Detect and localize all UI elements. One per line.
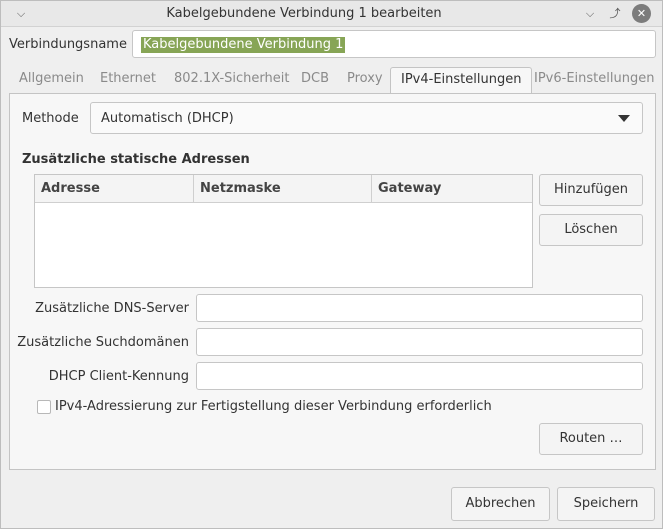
- save-button[interactable]: Speichern: [557, 487, 655, 521]
- connection-name-input[interactable]: Kabelgebundene Verbindung 1: [132, 30, 656, 58]
- method-value: Automatisch (DHCP): [101, 111, 234, 126]
- table-header: Adresse Netzmaske Gateway: [35, 175, 532, 203]
- tab-8021x-security[interactable]: 802.1X-Sicherheit: [174, 71, 289, 86]
- title-bar: ⌵ Kabelgebundene Verbindung 1 bearbeiten…: [1, 1, 662, 27]
- add-address-button[interactable]: Hinzufügen: [539, 174, 643, 206]
- delete-address-button[interactable]: Löschen: [539, 214, 643, 246]
- column-header-address[interactable]: Adresse: [35, 175, 193, 203]
- minimize-icon[interactable]: ⌵: [581, 5, 599, 23]
- search-domains-input[interactable]: [196, 328, 643, 356]
- dropdown-arrow-icon: [618, 115, 630, 122]
- tab-allgemein[interactable]: Allgemein: [19, 71, 84, 86]
- require-ipv4-checkbox[interactable]: [37, 400, 51, 414]
- dhcp-client-id-input[interactable]: [196, 362, 643, 390]
- window-title: Kabelgebundene Verbindung 1 bearbeiten: [166, 6, 442, 21]
- method-dropdown[interactable]: Automatisch (DHCP): [90, 102, 643, 134]
- search-domains-label: Zusätzliche Suchdomänen: [17, 335, 189, 350]
- close-icon[interactable]: ✕: [632, 4, 651, 23]
- static-addresses-title: Zusätzliche statische Adressen: [22, 152, 250, 167]
- dns-server-label: Zusätzliche DNS-Server: [35, 301, 189, 316]
- column-header-gateway[interactable]: Gateway: [371, 175, 532, 203]
- tab-ethernet[interactable]: Ethernet: [100, 71, 156, 86]
- method-label: Methode: [22, 111, 79, 126]
- column-header-netmask[interactable]: Netzmaske: [193, 175, 371, 203]
- tab-ipv4-settings[interactable]: IPv4-Einstellungen: [390, 67, 533, 94]
- connection-name-value: Kabelgebundene Verbindung 1: [141, 37, 346, 53]
- ipv4-settings-panel: Methode Automatisch (DHCP) Zusätzliche s…: [9, 93, 656, 470]
- routes-button[interactable]: Routen …: [539, 423, 643, 455]
- tab-proxy[interactable]: Proxy: [347, 71, 383, 86]
- tab-dcb[interactable]: DCB: [301, 71, 329, 86]
- require-ipv4-label[interactable]: IPv4-Adressierung zur Fertigstellung die…: [55, 399, 492, 414]
- addresses-table[interactable]: Adresse Netzmaske Gateway: [34, 174, 533, 288]
- dhcp-client-id-label: DHCP Client-Kennung: [48, 369, 189, 384]
- tab-ipv6-settings[interactable]: IPv6-Einstellungen: [534, 71, 654, 86]
- tab-bar: Allgemein Ethernet 802.1X-Sicherheit DCB…: [9, 67, 656, 94]
- cancel-button[interactable]: Abbrechen: [451, 487, 550, 521]
- connection-name-label: Verbindungsname: [9, 37, 127, 52]
- edit-connection-window: ⌵ Kabelgebundene Verbindung 1 bearbeiten…: [0, 0, 663, 529]
- maximize-icon[interactable]: ⤴: [606, 5, 624, 23]
- dns-server-input[interactable]: [196, 294, 643, 322]
